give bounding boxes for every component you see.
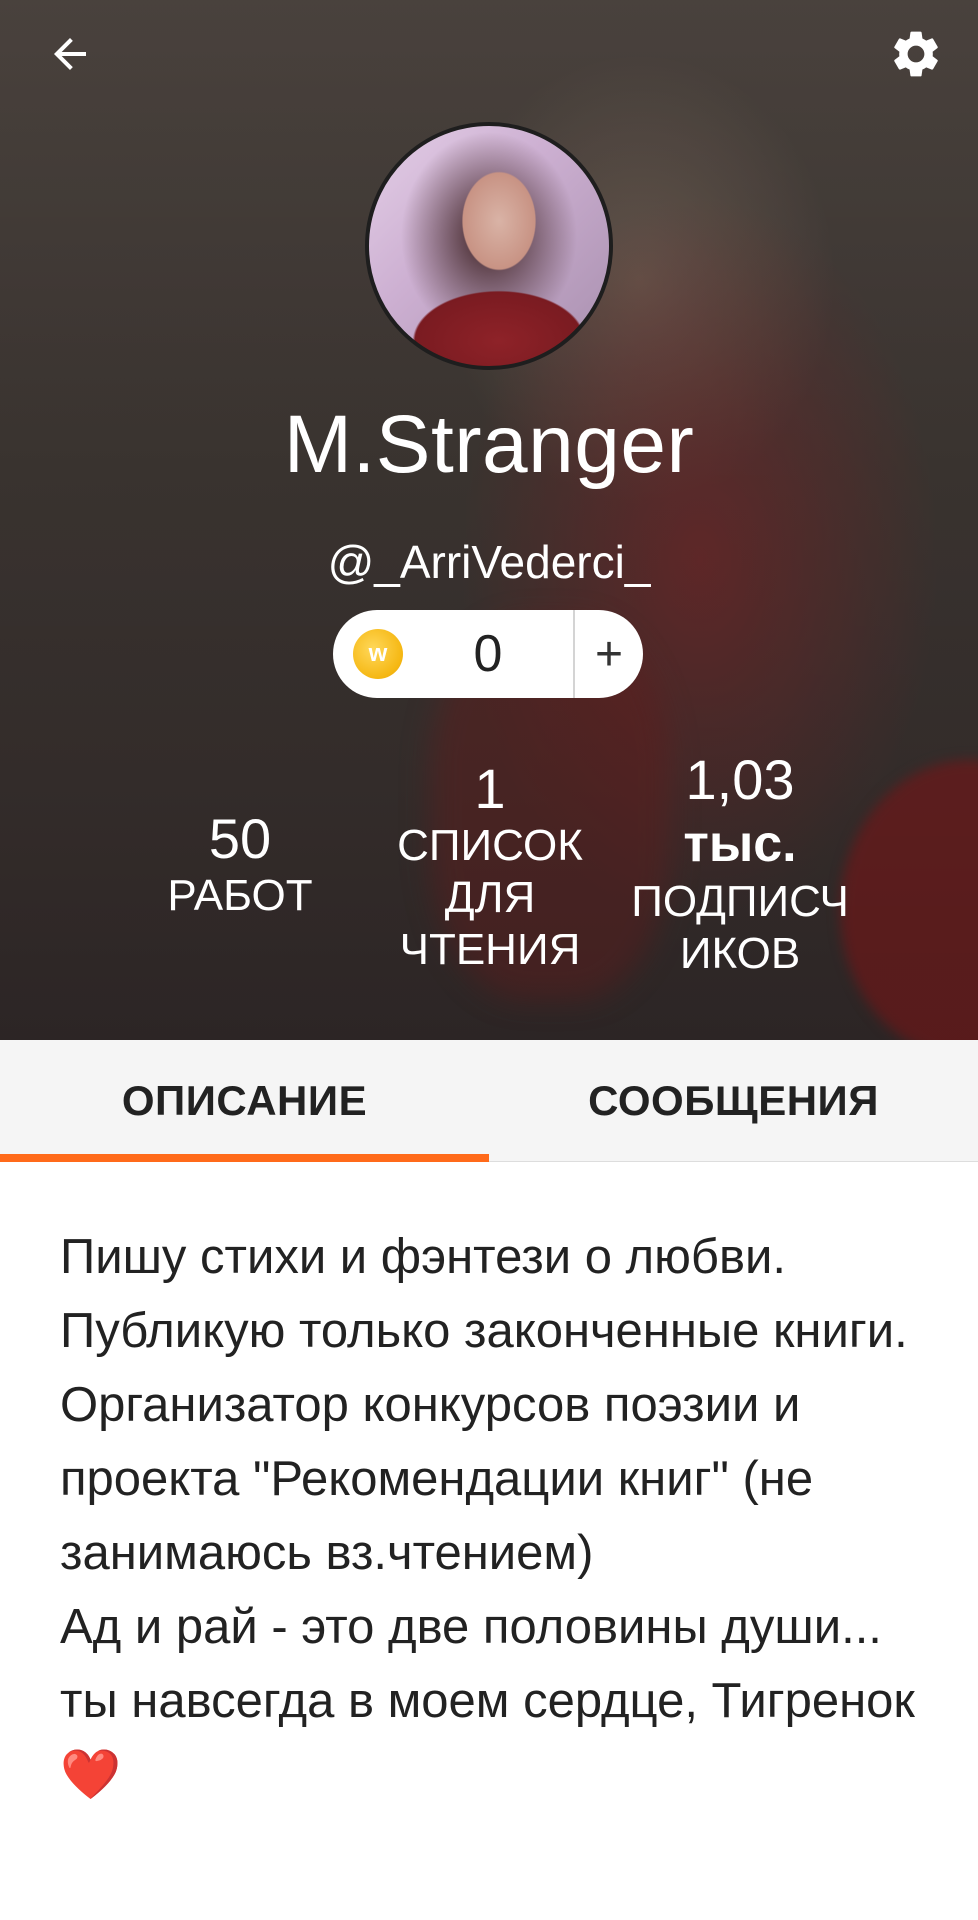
profile-tabs: ОПИСАНИЕ СООБЩЕНИЯ <box>0 1040 978 1162</box>
stat-reading-lists-value: 1 <box>474 757 506 820</box>
stat-works[interactable]: 50 РАБОТ <box>140 808 340 922</box>
stat-reading-lists[interactable]: 1 СПИСОК ДЛЯ ЧТЕНИЯ <box>385 758 595 976</box>
stat-followers-unit: тыс. <box>683 815 797 873</box>
profile-stats: 50 РАБОТ 1 СПИСОК ДЛЯ ЧТЕНИЯ 1,03 тыс. П… <box>0 0 978 1040</box>
tab-messages[interactable]: СООБЩЕНИЯ <box>489 1040 978 1162</box>
stat-followers[interactable]: 1,03 тыс. ПОДПИСЧ ИКОВ <box>610 748 870 980</box>
heart-emoji: ❤️ <box>60 1748 122 1802</box>
description-text: Пишу стихи и фэнтези о любви. Публикую т… <box>60 1230 915 1728</box>
stat-works-label: РАБОТ <box>167 871 313 920</box>
stat-reading-lists-label: СПИСОК ДЛЯ ЧТЕНИЯ <box>397 821 583 974</box>
profile-header: M.Stranger @_ArriVederci_ w 0 + 50 РАБОТ… <box>0 0 978 1040</box>
tab-description[interactable]: ОПИСАНИЕ <box>0 1040 489 1162</box>
stat-followers-label: ПОДПИСЧ ИКОВ <box>631 877 849 978</box>
profile-description: Пишу стихи и фэнтези о любви. Публикую т… <box>60 1220 930 1812</box>
stat-works-value: 50 <box>208 807 272 870</box>
stat-followers-value: 1,03 <box>685 748 795 811</box>
